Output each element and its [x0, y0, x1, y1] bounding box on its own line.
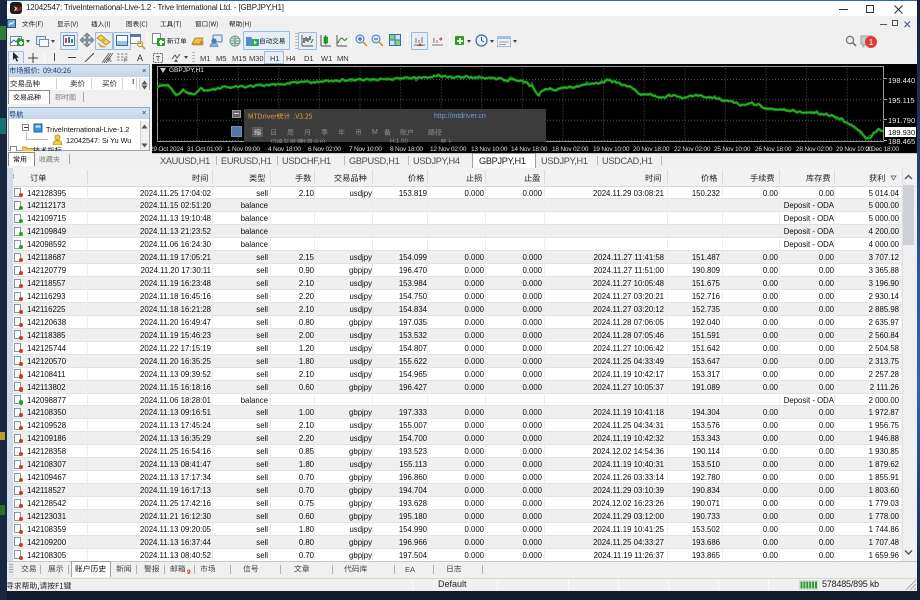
svg-text:M: M [16, 6, 21, 13]
svg-text:T: T [156, 54, 161, 63]
svg-text:F: F [124, 58, 127, 62]
svg-text:1: 1 [869, 37, 874, 47]
